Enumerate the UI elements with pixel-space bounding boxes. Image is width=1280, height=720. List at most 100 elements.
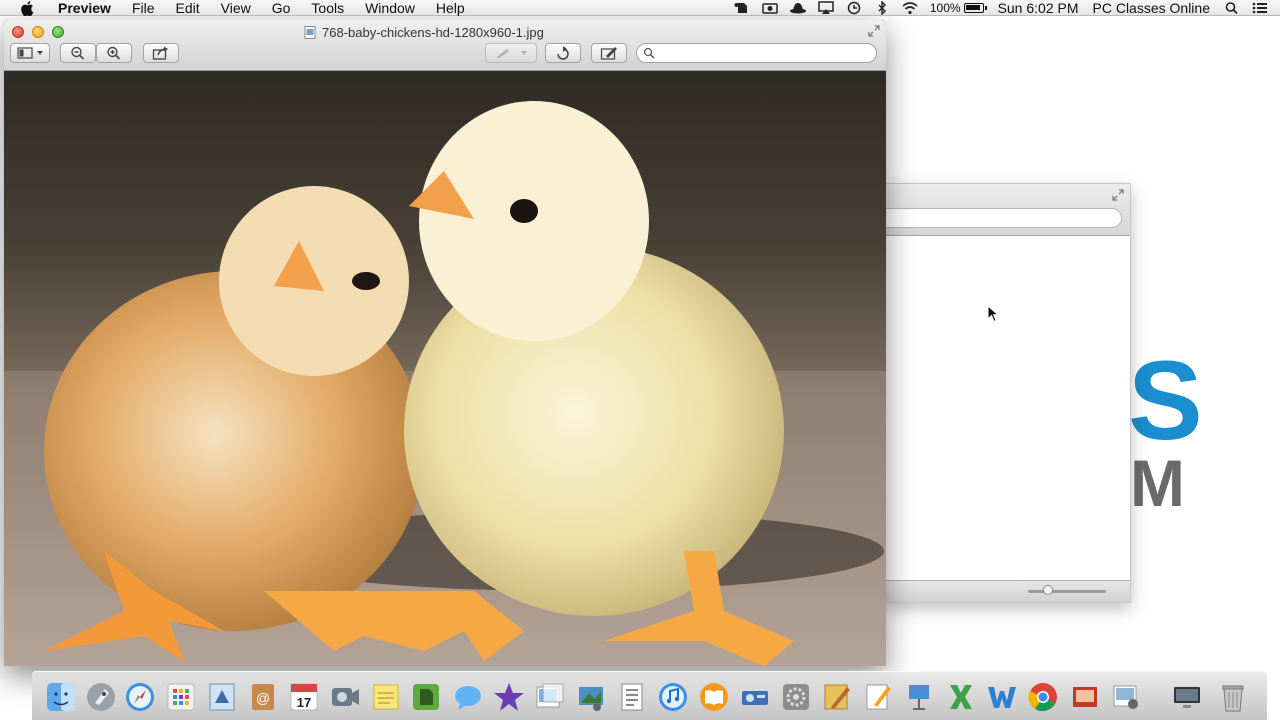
dock-item-ibooks[interactable] <box>698 681 730 713</box>
image-capture-icon <box>1113 685 1138 709</box>
dock-item-finder[interactable] <box>45 681 77 713</box>
notification-center-icon[interactable] <box>1252 1 1268 15</box>
dock-item-dashboard[interactable] <box>165 681 197 713</box>
menu-window[interactable]: Window <box>365 0 415 16</box>
mail-stamp-icon <box>209 683 235 711</box>
zoom-slider-track[interactable] <box>1028 590 1106 593</box>
menu-view[interactable]: View <box>221 0 251 16</box>
screen-capture-icon[interactable] <box>762 1 778 15</box>
zoom-slider-knob[interactable] <box>1043 585 1053 595</box>
wifi-icon[interactable] <box>902 1 918 15</box>
excel-x-icon <box>950 685 972 709</box>
projector-icon <box>742 691 768 705</box>
view-menu-button[interactable] <box>10 43 50 63</box>
safari-compass-icon <box>126 683 154 711</box>
zoom-out-button[interactable] <box>60 43 96 63</box>
battery-indicator[interactable]: 100% <box>929 1 987 15</box>
messages-bubble-icon <box>455 686 481 710</box>
background-brand-letter-s: S <box>1128 338 1203 463</box>
dock-item-imovie[interactable] <box>493 681 525 713</box>
bluetooth-icon[interactable] <box>874 1 890 15</box>
menu-tools[interactable]: Tools <box>311 0 344 16</box>
fullscreen-icon[interactable] <box>1112 189 1124 201</box>
pencil-paper-icon <box>824 684 850 710</box>
pen-icon <box>497 49 527 58</box>
menu-user[interactable]: PC Classes Online <box>1093 0 1211 16</box>
background-window-toolbar <box>876 184 1130 236</box>
dock-item-keynote[interactable] <box>739 681 771 713</box>
monitor-icon <box>1174 687 1200 708</box>
image-canvas[interactable] <box>4 71 886 666</box>
ibooks-icon <box>700 683 728 711</box>
dock-item-evernote[interactable] <box>410 681 442 713</box>
evernote-icon[interactable] <box>734 1 750 15</box>
rotate-button[interactable] <box>545 43 581 63</box>
launchpad-rocket-icon <box>87 683 115 711</box>
zoom-in-button[interactable] <box>96 43 132 63</box>
menu-go[interactable]: Go <box>272 0 291 16</box>
dock-item-keynote-stand[interactable] <box>903 681 935 713</box>
dock-item-messages[interactable] <box>452 681 484 713</box>
dock-item-pages[interactable] <box>862 681 894 713</box>
share-button[interactable] <box>143 43 179 63</box>
dock-item-textedit[interactable] <box>616 681 648 713</box>
dock-item-launchpad[interactable] <box>85 681 117 713</box>
dock-item-word[interactable] <box>986 681 1018 713</box>
edit-toolbar-button[interactable] <box>591 43 627 63</box>
fullscreen-icon[interactable] <box>868 25 880 37</box>
svg-text:@: @ <box>256 690 270 706</box>
menu-edit[interactable]: Edit <box>176 0 200 16</box>
background-preview-window[interactable] <box>876 183 1131 603</box>
checklist-icon <box>621 683 643 711</box>
spotlight-icon[interactable] <box>1224 1 1240 15</box>
background-window-search-field[interactable] <box>876 208 1122 228</box>
apple-icon[interactable] <box>20 0 34 16</box>
document-icon[interactable] <box>304 25 316 39</box>
dock-item-script-editor[interactable] <box>821 681 853 713</box>
search-icon <box>643 47 655 59</box>
dock-item-monitor[interactable] <box>1171 681 1203 713</box>
airplay-icon[interactable] <box>818 1 834 15</box>
share-icon <box>152 46 168 60</box>
window-titlebar[interactable]: 768-baby-chickens-hd-1280x960-1.jpg <box>4 20 886 71</box>
dock-item-itunes[interactable] <box>657 681 689 713</box>
zoom-button[interactable] <box>52 26 64 38</box>
dock-item-image-capture[interactable] <box>1110 681 1142 713</box>
facetime-camera-icon <box>332 688 359 706</box>
edit-icon <box>600 47 617 60</box>
search-field[interactable] <box>636 43 877 63</box>
search-input[interactable] <box>659 45 869 61</box>
menu-bar: Preview File Edit View Go Tools Window H… <box>0 0 1280 16</box>
dock-item-mail-stamp[interactable] <box>206 681 238 713</box>
dock-item-address-book[interactable]: @ <box>247 681 279 713</box>
menu-help[interactable]: Help <box>436 0 465 16</box>
dock-item-stickies[interactable] <box>370 681 402 713</box>
window-title-text: 768-baby-chickens-hd-1280x960-1.jpg <box>322 24 544 40</box>
dock-item-calendar[interactable]: 17 <box>288 681 320 713</box>
dock-item-trash[interactable] <box>1217 681 1249 713</box>
dock-item-preview[interactable] <box>534 681 566 713</box>
menu-app-preview[interactable]: Preview <box>58 0 111 16</box>
battery-percent: 100% <box>929 1 961 15</box>
trash-icon <box>1222 685 1244 712</box>
dock-item-system-preferences[interactable] <box>780 681 812 713</box>
time-machine-icon[interactable] <box>846 1 862 15</box>
gear-icon <box>783 684 809 710</box>
dock-item-chrome[interactable] <box>1027 681 1059 713</box>
preview-photos-icon <box>536 683 564 708</box>
menu-file[interactable]: File <box>132 0 155 16</box>
finder-icon <box>47 683 75 711</box>
dock-item-excel[interactable] <box>945 681 977 713</box>
chrome-icon <box>1028 683 1057 712</box>
dock-item-safari[interactable] <box>124 681 156 713</box>
annotate-button[interactable] <box>485 43 537 63</box>
minimize-button[interactable] <box>32 26 44 38</box>
preview-window: 768-baby-chickens-hd-1280x960-1.jpg <box>4 20 886 666</box>
evernote-elephant-icon <box>413 684 439 710</box>
dock-item-facetime[interactable] <box>329 681 361 713</box>
menu-clock[interactable]: Sun 6:02 PM <box>998 0 1079 16</box>
dock-item-photo-booth[interactable] <box>1069 681 1101 713</box>
spy-hat-icon[interactable] <box>789 1 806 15</box>
close-button[interactable] <box>12 26 24 38</box>
dock-item-iphoto[interactable] <box>575 681 607 713</box>
